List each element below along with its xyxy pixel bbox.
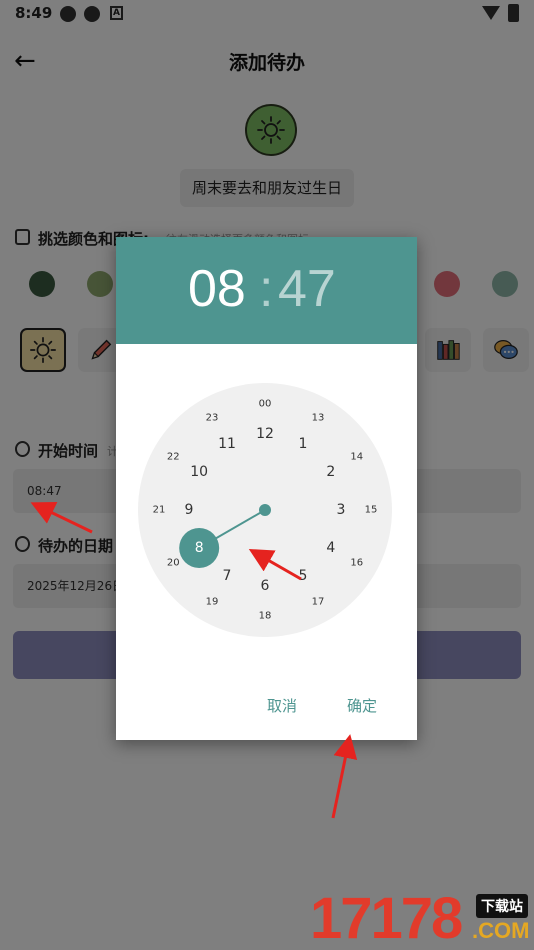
annotation-arrow — [30, 502, 93, 534]
annotation-arrow — [248, 549, 302, 581]
watermark-domain: .COM — [472, 918, 530, 943]
site-watermark: 17178 下载站 .COM — [310, 888, 534, 950]
annotation-layer — [30, 502, 358, 819]
watermark-badge: 下载站 — [476, 894, 528, 918]
watermark-number: 17178 — [310, 886, 463, 950]
annotation-arrow — [331, 734, 358, 819]
